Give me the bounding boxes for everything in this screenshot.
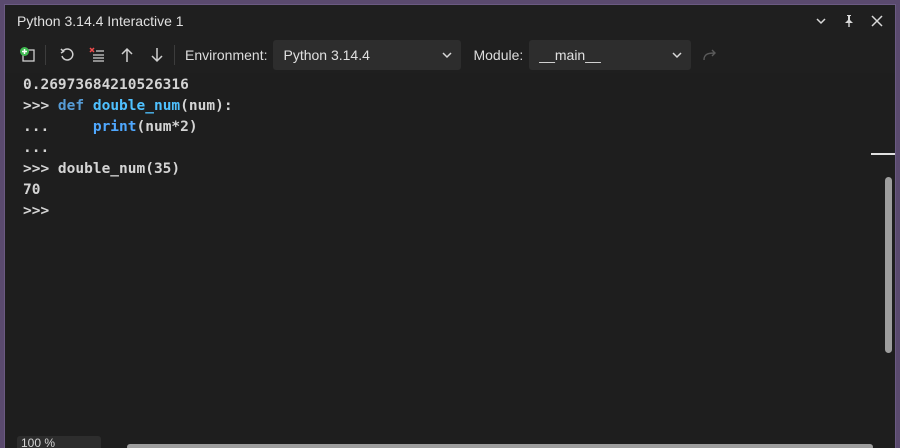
toolbar: Environment: Python 3.14.4 Module: __mai… bbox=[5, 37, 895, 73]
send-to-interactive-icon[interactable] bbox=[695, 41, 725, 69]
code-text: double_num(35) bbox=[57, 161, 181, 177]
title-bar: Python 3.14.4 Interactive 1 bbox=[5, 5, 895, 37]
toolbar-separator bbox=[45, 45, 46, 65]
new-interactive-icon[interactable] bbox=[13, 41, 43, 69]
builtin-name: print bbox=[92, 119, 137, 135]
console-line: ... bbox=[23, 140, 50, 156]
dropdown-menu-icon[interactable] bbox=[807, 7, 835, 35]
console-output[interactable]: 0.26973684210526316 >>> def double_num(n… bbox=[5, 73, 881, 426]
prompt: ... bbox=[23, 119, 93, 135]
chevron-down-icon bbox=[442, 52, 453, 59]
status-bar: 100 % bbox=[5, 426, 895, 448]
console-line: >>> def double_num(num): bbox=[23, 96, 881, 117]
close-icon[interactable] bbox=[863, 7, 891, 35]
zoom-value: 100 % bbox=[21, 436, 56, 448]
function-name: double_num bbox=[92, 98, 181, 114]
environment-select[interactable]: Python 3.14.4 bbox=[273, 40, 462, 70]
reset-icon[interactable] bbox=[52, 41, 82, 69]
environment-label: Environment: bbox=[185, 47, 268, 63]
scrollbar-thumb[interactable] bbox=[885, 177, 892, 353]
module-label: Module: bbox=[473, 47, 524, 63]
clear-screen-icon[interactable] bbox=[82, 41, 112, 69]
code-text: (num*2) bbox=[136, 119, 198, 135]
horizontal-scrollbar[interactable] bbox=[127, 444, 873, 448]
console-line: 70 bbox=[23, 182, 41, 198]
interactive-window: Python 3.14.4 Interactive 1 Environment: bbox=[4, 4, 896, 448]
prompt: >>> bbox=[23, 98, 58, 114]
pin-icon[interactable] bbox=[835, 7, 863, 35]
prompt: >>> bbox=[23, 161, 58, 177]
scrollbar-position-marker bbox=[871, 153, 895, 155]
toolbar-separator bbox=[174, 45, 175, 65]
console-line: >>> bbox=[23, 203, 50, 219]
console-line: ... print(num*2) bbox=[23, 117, 881, 138]
environment-value: Python 3.14.4 bbox=[283, 47, 370, 63]
window-title: Python 3.14.4 Interactive 1 bbox=[17, 13, 184, 29]
zoom-select[interactable]: 100 % bbox=[17, 436, 101, 448]
module-value: __main__ bbox=[539, 47, 601, 63]
vertical-scrollbar[interactable] bbox=[871, 73, 895, 426]
console-line: 0.26973684210526316 bbox=[23, 77, 189, 93]
code-text: (num): bbox=[180, 98, 233, 114]
history-down-icon[interactable] bbox=[142, 41, 172, 69]
module-select[interactable]: __main__ bbox=[529, 40, 692, 70]
history-up-icon[interactable] bbox=[112, 41, 142, 69]
chevron-down-icon bbox=[672, 52, 682, 59]
keyword: def bbox=[57, 98, 85, 114]
console-line: >>> double_num(35) bbox=[23, 159, 881, 180]
